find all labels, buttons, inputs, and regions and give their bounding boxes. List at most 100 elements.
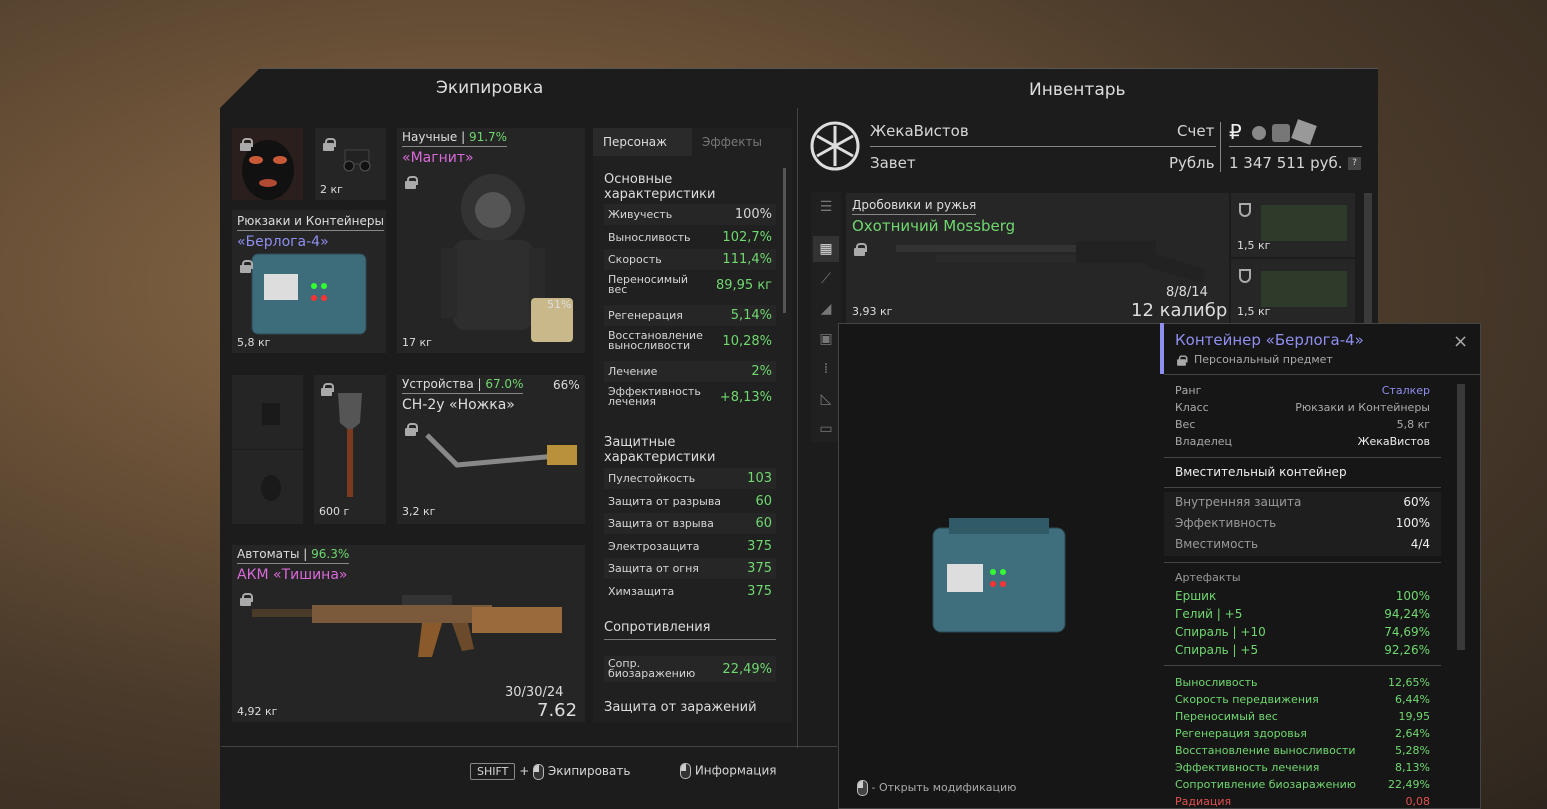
rifle-slot[interactable]: Автоматы | 96.3% АКМ «Тишина» 30/30/24 7…	[232, 545, 585, 722]
info-row: Вес 5,8 кг	[1175, 418, 1430, 431]
backpack-category: Рюкзаки и Контейнеры	[237, 214, 384, 231]
mouse-icon	[533, 763, 545, 780]
armor-battery: 51%	[547, 298, 572, 311]
stat-row: Скорость 111,4%	[604, 249, 776, 270]
prop-row: Эффективность 100%	[1175, 516, 1430, 530]
container-filter-icon[interactable]: ▭	[813, 416, 839, 442]
mask-slot[interactable]	[232, 128, 303, 200]
rifle-category-line: Автоматы | 96.3%	[237, 547, 350, 564]
armor-slot[interactable]: Научные | 91.7% «Магнит» 51% 17 кг	[397, 128, 585, 353]
bonus-row: Регенерация здоровья 2,64%	[1175, 727, 1430, 740]
divider	[797, 108, 798, 748]
mod-hint-label: - Открыть модификацию	[871, 781, 1017, 794]
ruble-icon[interactable]: ₽	[1229, 120, 1242, 144]
bonus-row: Восстановление выносливости 5,28%	[1175, 744, 1430, 757]
nvg-slot[interactable]: 2 кг	[315, 128, 386, 200]
grid-icon[interactable]: ▦	[813, 236, 839, 262]
rifle-name: АКМ «Тишина»	[237, 567, 348, 583]
player-faction: Завет	[870, 154, 916, 172]
stat-row: Регенерация 5,14%	[604, 305, 776, 326]
rifle-weight: 4,92 кг	[237, 705, 278, 718]
lock-icon	[323, 138, 336, 151]
lock-icon	[405, 176, 418, 189]
rifle-percent: 96.3%	[311, 547, 350, 561]
stat-row: Химзащита 375	[608, 584, 772, 599]
artifact-row: Спираль | +5 92,26%	[1175, 643, 1430, 657]
inventory-scrollbar[interactable]	[1364, 193, 1372, 323]
ammo-case-icon	[1261, 271, 1347, 307]
case1-weight: 1,5 кг	[1237, 239, 1271, 252]
artifact-row: Спираль | +10 74,69%	[1175, 625, 1430, 639]
stats-scrollbar[interactable]	[783, 168, 786, 313]
device-filter-icon[interactable]: ▣	[813, 326, 839, 352]
equip-label: Экипировать	[547, 764, 631, 778]
stat-row: Сопр. биозаражению 22,49%	[604, 656, 776, 682]
resistances-title: Сопротивления	[604, 620, 776, 640]
backpack-slot[interactable]: Рюкзаки и Контейнеры «Берлога-4» 5,8 кг	[232, 210, 386, 353]
plus-sign: +	[519, 764, 530, 778]
quick-slot-1[interactable]	[232, 375, 303, 449]
info-label: Информация	[694, 763, 777, 778]
armor-filter-icon[interactable]: ◢	[813, 296, 839, 322]
armor-category: Научные	[402, 130, 458, 144]
detector-slot[interactable]: Устройства | 67.0% 66% СН-2у «Ножка» 3,2…	[397, 375, 585, 524]
container-icon	[251, 253, 367, 335]
shift-key: SHIFT	[470, 763, 516, 780]
detector-category: Устройства	[402, 377, 474, 391]
tooltip-type: Вместительный контейнер	[1175, 465, 1347, 479]
tooltip-scrollbar[interactable]	[1457, 384, 1465, 650]
weapon-filter-icon[interactable]: ⟋	[813, 266, 839, 292]
stat-row: Восстановление выносливости 10,28%	[608, 329, 772, 352]
detector-weight: 3,2 кг	[402, 505, 436, 518]
divider	[1229, 146, 1362, 147]
divider	[870, 146, 1216, 147]
shield-icon	[1239, 269, 1251, 283]
shovel-slot[interactable]: 600 г	[314, 375, 386, 524]
shotgun-icon	[896, 241, 1206, 283]
shotgun-item[interactable]: Дробовики и ружья Охотничий Mossberg 8/8…	[846, 193, 1229, 323]
tab-effects[interactable]: Эффекты	[692, 128, 792, 156]
armor-category-line: Научные | 91.7%	[402, 130, 508, 147]
main-stats-title: Основные характеристики	[604, 172, 776, 207]
bonus-row: Эффективность лечения 8,13%	[1175, 761, 1430, 774]
bonus-row: Радиация 0,08	[1175, 795, 1430, 808]
ammo-filter-icon[interactable]: ⁞	[813, 356, 839, 382]
bonus-row: Сопротивление биозаражению 22,49%	[1175, 778, 1430, 791]
armor-percent: 91.7%	[468, 130, 508, 144]
shotgun-weight: 3,93 кг	[852, 305, 893, 318]
coin-icon[interactable]	[1252, 126, 1266, 140]
lock-icon	[240, 138, 253, 151]
close-icon[interactable]: ×	[1453, 331, 1468, 352]
ammo-case-item-1[interactable]: 1,5 кг	[1231, 193, 1355, 257]
tooltip-accent	[1160, 323, 1164, 374]
tab-character[interactable]: Персонаж	[593, 128, 692, 156]
stat-row: Защита от взрыва 60	[604, 513, 776, 534]
rifle-ammo: 30/30/24	[505, 685, 564, 700]
stat-row: Лечение 2%	[604, 361, 776, 382]
ammo-case-item-2[interactable]: 1,5 кг	[1231, 259, 1355, 323]
token-icon[interactable]	[1272, 124, 1290, 142]
artifacts-title: Артефакты	[1175, 571, 1241, 584]
lock-icon	[1177, 355, 1188, 366]
sort-icon[interactable]: ☰	[813, 194, 839, 220]
rifle-category: Автоматы	[237, 547, 300, 561]
rifle-caliber: 7.62	[537, 700, 578, 721]
quick-slot-2[interactable]	[232, 450, 303, 524]
container-preview-icon	[932, 518, 1066, 633]
shotgun-ammo: 8/8/14	[1166, 285, 1208, 300]
lock-icon	[240, 593, 253, 606]
misc-filter-icon[interactable]: ◺	[813, 386, 839, 412]
stat-row: Живучесть 100%	[604, 204, 776, 225]
stat-row: Защита от огня 375	[604, 558, 776, 579]
armor-weight: 17 кг	[402, 336, 432, 349]
detector-name: СН-2у «Ножка»	[402, 397, 515, 413]
mouse-icon	[680, 763, 691, 779]
info-row: Владелец ЖекаВистов	[1175, 435, 1430, 448]
divider	[221, 746, 837, 747]
shovel-weight: 600 г	[319, 505, 350, 518]
help-icon[interactable]: ?	[1348, 157, 1361, 170]
stat-row: Переносимый вес 89,95 кг	[608, 273, 772, 296]
detector-percent: 67.0%	[485, 377, 524, 391]
lock-icon	[321, 383, 334, 396]
player-name: ЖекаВистов	[870, 122, 969, 140]
